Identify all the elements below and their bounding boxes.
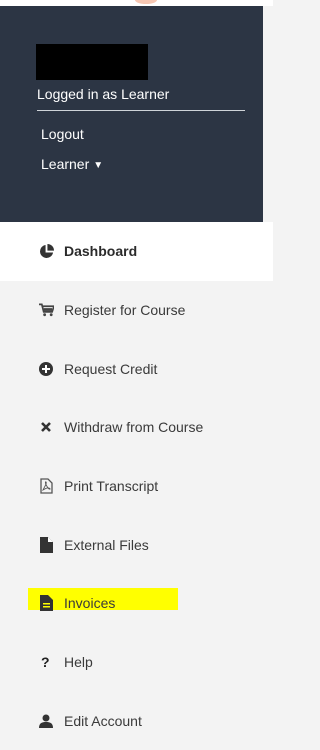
logout-link[interactable]: Logout — [41, 126, 84, 142]
sidebar-item-external-files[interactable]: External Files — [0, 515, 273, 574]
sidebar-item-invoices[interactable]: Invoices — [0, 574, 273, 633]
sidebar-item-help[interactable]: ? Help — [0, 633, 273, 692]
sidebar-item-label: Withdraw from Course — [64, 419, 203, 435]
sidebar-item-label: Register for Course — [64, 302, 185, 318]
user-icon — [38, 713, 54, 729]
sidebar-item-label: Help — [64, 654, 93, 670]
sidebar-item-label: Print Transcript — [64, 478, 158, 494]
file-icon — [38, 537, 54, 553]
sidebar-item-print-transcript[interactable]: Print Transcript — [0, 457, 273, 516]
sidebar-menu: Dashboard Register for Course Request Cr… — [0, 222, 273, 750]
pdf-icon — [38, 478, 54, 494]
sidebar-item-label: Dashboard — [64, 243, 137, 259]
header-divider — [37, 110, 245, 111]
sidebar-item-request-credit[interactable]: Request Credit — [0, 339, 273, 398]
role-dropdown[interactable]: Learner ▼ — [41, 156, 103, 172]
redacted-username — [36, 44, 148, 80]
logged-in-status: Logged in as Learner — [37, 86, 169, 102]
sidebar-item-edit-account[interactable]: Edit Account — [0, 692, 273, 750]
plus-circle-icon — [38, 361, 54, 377]
sidebar-item-label: External Files — [64, 537, 149, 553]
sidebar-item-withdraw-from-course[interactable]: Withdraw from Course — [0, 398, 273, 457]
sidebar-item-label: Edit Account — [64, 713, 142, 729]
file-text-icon — [38, 595, 54, 611]
cart-icon — [38, 302, 54, 318]
caret-down-icon: ▼ — [93, 160, 103, 171]
sidebar-item-register-for-course[interactable]: Register for Course — [0, 281, 273, 340]
role-label: Learner — [41, 156, 89, 172]
svg-text:?: ? — [41, 655, 50, 669]
sidebar-item-label: Request Credit — [64, 361, 157, 377]
sidebar-item-dashboard[interactable]: Dashboard — [0, 222, 273, 281]
question-icon: ? — [38, 654, 54, 670]
sidebar-item-label: Invoices — [64, 595, 115, 611]
close-icon — [38, 419, 54, 435]
pie-chart-icon — [38, 243, 54, 259]
user-header: Logged in as Learner Logout Learner ▼ — [0, 6, 263, 222]
